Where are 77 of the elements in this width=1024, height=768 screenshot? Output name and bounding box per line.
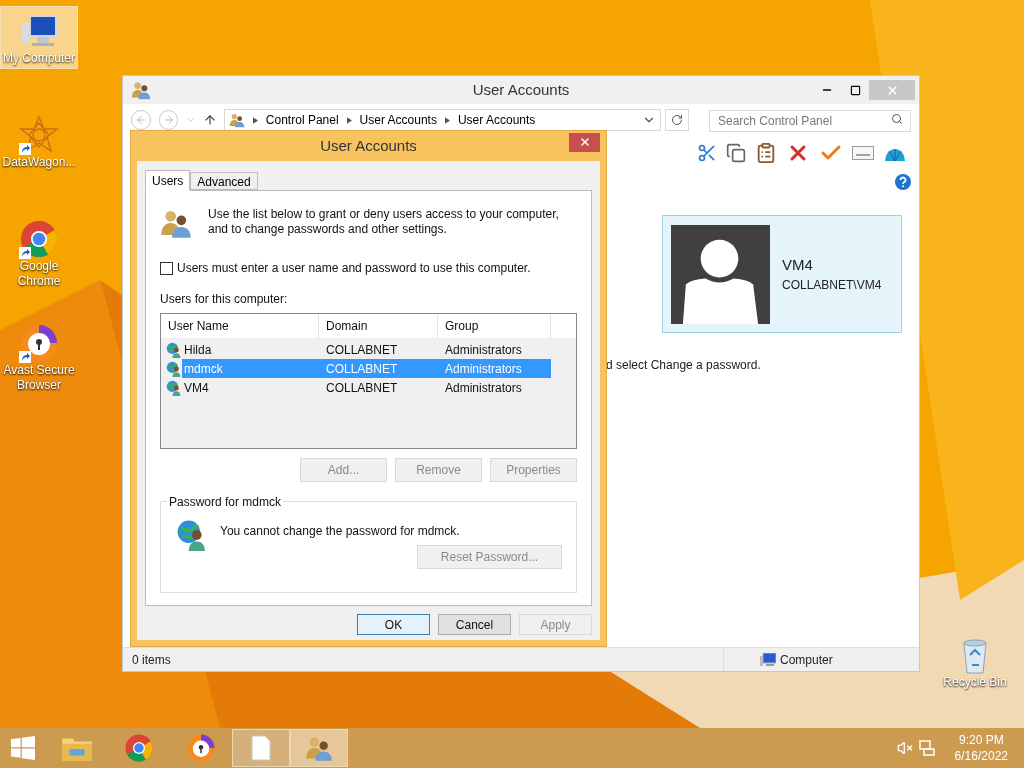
shortcut-label: Recycle Bin: [943, 675, 1007, 690]
user-name-cell-text: Hilda: [183, 341, 213, 359]
breadcrumb-item[interactable]: User Accounts: [359, 111, 437, 129]
windows-logo-icon: [11, 736, 35, 760]
domain-cell: COLLABNET: [319, 359, 438, 378]
user-row[interactable]: Hilda COLLABNET Administrators: [161, 340, 576, 359]
search-icon: [891, 113, 903, 125]
dialog-button[interactable]: Cancel: [438, 614, 511, 635]
user-globe-icon: [166, 360, 182, 377]
breadcrumb-separator-icon: [252, 116, 258, 124]
control-panel-icon: [131, 80, 151, 100]
user-account: COLLABNET\VM4: [782, 277, 882, 295]
group-cell: Administrators: [438, 359, 551, 378]
breadcrumb-separator-icon: [346, 116, 352, 124]
avast-browser-icon: [186, 733, 216, 763]
breadcrumb-item[interactable]: User Accounts: [457, 111, 536, 129]
status-item-count: 0 items: [131, 651, 172, 669]
shortcut-arrow-icon: [19, 143, 31, 155]
dialog-tab[interactable]: Advanced: [190, 172, 258, 190]
network-icon[interactable]: [918, 740, 935, 756]
card-icon[interactable]: [852, 146, 874, 160]
control-panel-icon: [228, 112, 245, 128]
user-name-cell-text: VM4: [183, 379, 210, 397]
group-cell-text: Administrators: [444, 379, 523, 397]
instruction-text: d select Change a password.: [606, 357, 762, 374]
password-message: You cannot change the password for mdmck.: [220, 523, 460, 540]
scissors-icon[interactable]: [697, 143, 717, 163]
column-header[interactable]: Group: [438, 314, 551, 338]
avast-browser-icon: [19, 323, 59, 363]
shortcut-arrow-icon: [19, 351, 31, 363]
group-cell-text: Administrators: [444, 341, 523, 359]
close-icon: [885, 83, 899, 97]
shortcut-label: Google Chrome: [16, 259, 62, 289]
intro-text: Use the list below to grant or deny users access to your computer, and to change passwords and other settings.: [208, 207, 560, 238]
taskbar-button[interactable]: [290, 729, 348, 767]
column-header[interactable]: Domain: [319, 314, 438, 338]
copy-icon[interactable]: [726, 143, 746, 163]
dialog-title: User Accounts: [320, 135, 417, 156]
maximize-icon: [849, 84, 861, 96]
help-icon[interactable]: [895, 174, 911, 190]
breadcrumb-separator-icon: [444, 116, 450, 124]
domain-cell-text: COLLABNET: [325, 379, 399, 397]
star-ornament-icon: [19, 115, 59, 155]
dialog-tab[interactable]: Users: [145, 170, 191, 191]
dialog-button[interactable]: OK: [357, 614, 430, 635]
refresh-icon: [671, 114, 684, 126]
status-location: Computer: [780, 651, 833, 669]
user-row[interactable]: VM4 COLLABNET Administrators: [161, 378, 576, 397]
chrome-logo-icon: [19, 219, 59, 259]
shortcut-label: My Computer: [3, 51, 75, 66]
muted-speaker-icon[interactable]: [896, 740, 913, 756]
user-globe-icon: [176, 519, 208, 551]
breadcrumb-item[interactable]: Control Panel: [265, 111, 339, 129]
refresh-button[interactable]: [665, 109, 689, 131]
close-icon: [578, 136, 591, 148]
user-globe-icon: [166, 341, 182, 358]
user-globe-icon: [166, 379, 182, 396]
close-button[interactable]: [569, 132, 600, 152]
document-icon: [251, 734, 271, 762]
computer-icon: [760, 652, 776, 667]
shortcut-label: DataWagon...: [2, 155, 76, 170]
chrome-logo-icon: [124, 733, 154, 763]
column-header[interactable]: User Name: [161, 314, 319, 338]
back-arrow-icon: [134, 114, 147, 126]
forward-arrow-icon: [162, 114, 175, 126]
search-field[interactable]: Search Control Panel: [709, 110, 911, 132]
checkbox[interactable]: [160, 261, 173, 275]
clipboard-icon[interactable]: [755, 142, 777, 164]
shortcut-label: Avast Secure Browser: [2, 363, 76, 393]
avatar-silhouette-icon: [671, 224, 770, 324]
list-label: Users for this computer:: [160, 291, 289, 308]
domain-cell-text: COLLABNET: [325, 341, 399, 359]
user-name: VM4: [782, 254, 814, 275]
user-name-cell: mdmck: [182, 359, 319, 378]
checkbox-label: Users must enter a user name and password to use this computer.: [177, 260, 531, 277]
shortcut-arrow-icon: [19, 247, 31, 259]
window-title: User Accounts: [472, 79, 570, 100]
